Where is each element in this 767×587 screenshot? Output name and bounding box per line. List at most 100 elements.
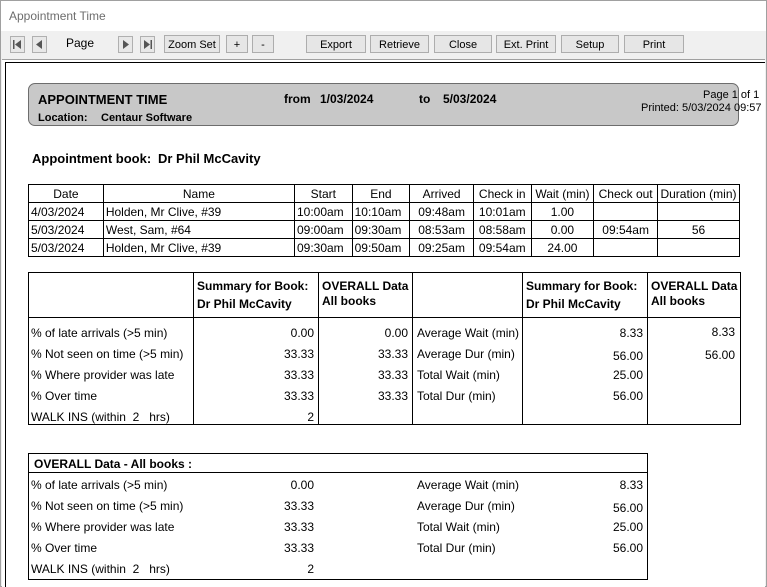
summary-overall-header: OVERALL Data <box>322 279 409 293</box>
cell-name: Holden, Mr Clive, #39 <box>102 202 295 221</box>
summary-overall-over-time: 33.33 <box>377 389 408 403</box>
title-bar: Appointment Time <box>1 1 766 31</box>
location-value: Centaur Software <box>101 112 193 124</box>
col-header-end: End <box>351 184 411 203</box>
cell-check-in: 08:58am <box>472 220 532 239</box>
cell-wait: 24.00 <box>530 238 595 257</box>
summary-label-provider-late: % Where provider was late <box>31 368 175 382</box>
to-date: 5/03/2024 <box>443 92 497 106</box>
zoom-set-button[interactable]: Zoom Set <box>164 35 220 53</box>
overall-value-walk-ins: 2 <box>307 562 314 576</box>
cell-check-in: 09:54am <box>472 238 532 257</box>
summary-overall-subheader: All books <box>322 294 377 308</box>
overall-label-late-arrivals: % of late arrivals (>5 min) <box>31 478 168 492</box>
summary-col-divider <box>193 272 194 425</box>
zoom-out-button[interactable]: - <box>252 35 274 53</box>
summary-col-divider <box>522 272 523 425</box>
cell-duration <box>656 238 741 257</box>
page-label: Page <box>66 36 95 50</box>
overall-value-not-seen: 33.33 <box>283 499 314 513</box>
zoom-in-button[interactable]: + <box>226 35 248 53</box>
cell-end: 09:50am <box>351 238 411 257</box>
summary-book-average-wait: 8.33 <box>619 326 643 340</box>
cell-check-out <box>593 202 658 221</box>
next-page-icon <box>123 40 129 49</box>
summary-label-over-time: % Over time <box>31 389 98 403</box>
from-label: from <box>284 92 311 106</box>
summary-overall-subheader-right: All books <box>651 294 706 308</box>
cell-end: 09:30am <box>351 220 411 239</box>
summary-overall-provider-late: 33.33 <box>377 368 408 382</box>
cell-wait: 1.00 <box>530 202 595 221</box>
location-label: Location: <box>38 112 88 124</box>
prev-page-button[interactable] <box>32 36 47 53</box>
cell-check-out <box>593 238 658 257</box>
retrieve-button[interactable]: Retrieve <box>370 35 429 53</box>
table-row: 5/03/2024 Holden, Mr Clive, #39 09:30am … <box>28 238 741 257</box>
summary-overall-header-right: OVERALL Data <box>651 279 738 293</box>
overall-value-late-arrivals: 0.00 <box>290 478 314 492</box>
col-header-check-in: Check in <box>472 184 532 203</box>
close-button[interactable]: Close <box>434 35 492 53</box>
summary-book-total-dur: 56.00 <box>612 389 643 403</box>
prev-page-icon <box>36 40 42 49</box>
overall-title: OVERALL Data - All books : <box>34 457 193 471</box>
overall-label-provider-late: % Where provider was late <box>31 520 175 534</box>
overall-value-total-wait: 25.00 <box>612 520 643 534</box>
summary-book-header-right: Summary for Book: <box>526 279 638 293</box>
summary-book-late-arrivals: 0.00 <box>290 326 314 340</box>
cell-name: Holden, Mr Clive, #39 <box>102 238 295 257</box>
appointment-book-name: Dr Phil McCavity <box>158 151 261 166</box>
cell-start: 09:00am <box>293 220 353 239</box>
cell-check-in: 10:01am <box>472 202 532 221</box>
overall-label-over-time: % Over time <box>31 541 98 555</box>
cell-wait: 0.00 <box>530 220 595 239</box>
overall-value-total-dur: 56.00 <box>612 541 643 555</box>
summary-label-late-arrivals: % of late arrivals (>5 min) <box>31 326 168 340</box>
toolbar: Page Zoom Set + - Export Retrieve Close … <box>1 31 766 59</box>
cell-end: 10:10am <box>351 202 411 221</box>
overall-label-total-dur: Total Dur (min) <box>417 541 496 555</box>
last-page-button[interactable] <box>140 36 155 53</box>
overall-label-not-seen: % Not seen on time (>5 min) <box>31 499 184 513</box>
summary-overall-late-arrivals: 0.00 <box>384 326 408 340</box>
overall-value-over-time: 33.33 <box>283 541 314 555</box>
cell-date: 5/03/2024 <box>28 220 104 239</box>
summary-book-name-right: Dr Phil McCavity <box>526 297 621 311</box>
cell-duration: 56 <box>656 220 741 239</box>
summary-book-header: Summary for Book: <box>197 279 309 293</box>
col-header-duration: Duration (min) <box>656 184 741 203</box>
setup-button[interactable]: Setup <box>561 35 619 53</box>
overall-label-average-wait: Average Wait (min) <box>417 478 520 492</box>
export-button[interactable]: Export <box>306 35 366 53</box>
print-button[interactable]: Print <box>624 35 684 53</box>
cell-start: 10:00am <box>293 202 353 221</box>
next-page-button[interactable] <box>118 36 133 53</box>
cell-arrived: 09:25am <box>409 238 474 257</box>
summary-book-name: Dr Phil McCavity <box>197 297 292 311</box>
col-header-wait: Wait (min) <box>530 184 595 203</box>
cell-check-out: 09:54am <box>593 220 658 239</box>
ext-print-button[interactable]: Ext. Print <box>496 35 556 53</box>
table-header-row: Date Name Start End Arrived Check in Wai… <box>28 184 741 203</box>
cell-start: 09:30am <box>293 238 353 257</box>
summary-label-total-dur: Total Dur (min) <box>417 389 496 403</box>
cell-name: West, Sam, #64 <box>102 220 295 239</box>
appointments-table: Date Name Start End Arrived Check in Wai… <box>28 184 741 257</box>
table-row: 4/03/2024 Holden, Mr Clive, #39 10:00am … <box>28 202 741 221</box>
to-label: to <box>419 92 431 106</box>
summary-book-average-dur: 56.00 <box>612 349 643 363</box>
summary-overall-average-dur: 56.00 <box>704 348 735 362</box>
printed-date: Printed: 5/03/2024 09:57 <box>641 102 762 114</box>
summary-label-total-wait: Total Wait (min) <box>417 368 500 382</box>
cell-date: 4/03/2024 <box>28 202 104 221</box>
overall-label-walk-ins: WALK INS (within 2 hrs) <box>31 562 170 576</box>
col-header-start: Start <box>293 184 353 203</box>
col-header-date: Date <box>28 184 104 203</box>
last-page-icon <box>144 40 152 49</box>
table-row: 5/03/2024 West, Sam, #64 09:00am 09:30am… <box>28 220 741 239</box>
first-page-button[interactable] <box>10 36 25 53</box>
summary-book-walk-ins: 2 <box>307 410 314 424</box>
summary-label-walk-ins: WALK INS (within 2 hrs) <box>31 410 170 424</box>
summary-book-over-time: 33.33 <box>283 389 314 403</box>
